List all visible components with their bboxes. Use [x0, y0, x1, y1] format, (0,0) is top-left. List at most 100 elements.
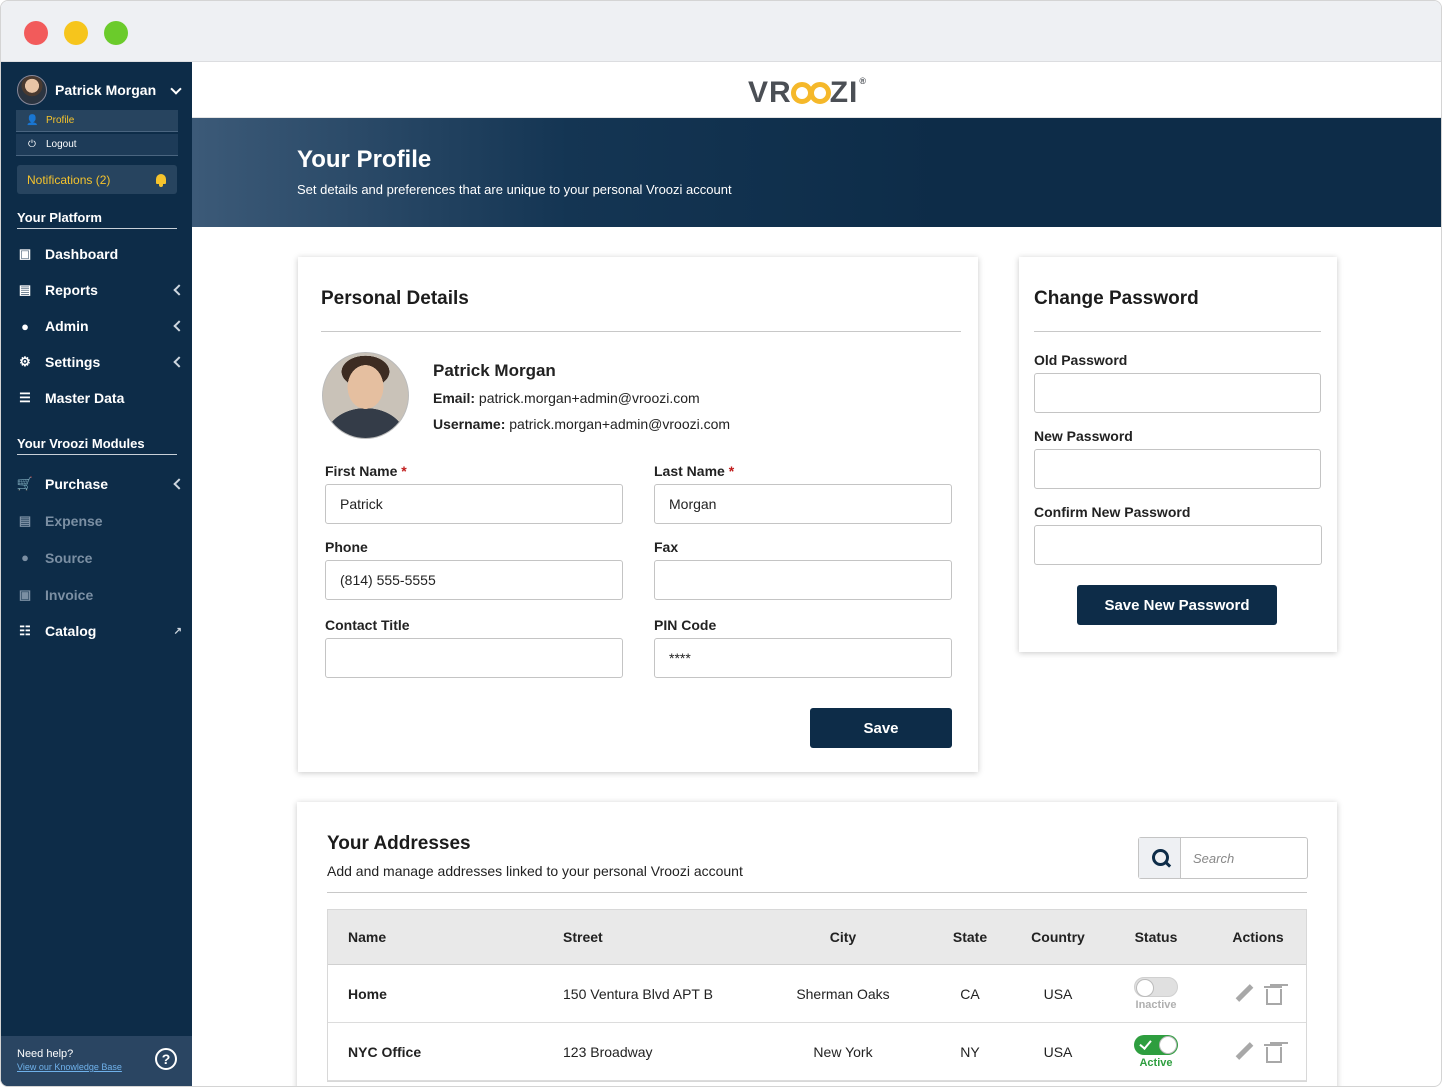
column-header-city[interactable]: City [768, 910, 918, 964]
last-name-field[interactable]: Morgan [654, 484, 952, 524]
chevron-left-icon [172, 479, 182, 489]
address-city: New York [813, 1043, 873, 1060]
notifications-label: Notifications (2) [27, 172, 111, 187]
column-header-actions: Actions [1232, 929, 1284, 945]
old-password-field[interactable] [1034, 373, 1321, 413]
contact-title-label: Contact Title [325, 617, 410, 633]
external-link-icon: ↗ [173, 625, 182, 637]
sidebar-item-label: Reports [45, 282, 98, 298]
sidebar: Patrick Morgan 👤 Profile ⏻ Logout Notifi… [1, 62, 192, 1086]
platform-nav: ▣ Dashboard ▤ Reports ● Admin ⚙ Settings… [17, 236, 182, 416]
old-password-label: Old Password [1034, 352, 1128, 368]
top-bar: VR ZI ® [192, 62, 1441, 118]
user-menu-profile[interactable]: 👤 Profile [16, 110, 178, 132]
profile-username: Username: patrick.morgan+admin@vroozi.co… [433, 416, 730, 432]
status-toggle[interactable] [1134, 976, 1178, 997]
last-name-label: Last Name * [654, 463, 735, 479]
table-row: Home 150 Ventura Blvd APT B Sherman Oaks… [328, 965, 1306, 1023]
gear-icon: ⚙ [19, 354, 31, 369]
sidebar-item-label: Catalog [45, 623, 97, 639]
chevron-left-icon [172, 357, 182, 367]
first-name-label: First Name * [325, 463, 407, 479]
delete-trash-icon[interactable] [1264, 984, 1282, 1005]
sidebar-item-invoice[interactable]: ▣ Invoice [17, 576, 182, 613]
address-status: Active [1116, 1023, 1196, 1080]
column-header-state[interactable]: State [940, 910, 1000, 964]
user-menu-toggle[interactable]: Patrick Morgan [17, 74, 182, 106]
divider [321, 331, 961, 332]
save-new-password-button[interactable]: Save New Password [1077, 585, 1277, 625]
confirm-password-field[interactable] [1034, 525, 1322, 565]
address-state: CA [960, 985, 980, 1002]
sidebar-item-master-data[interactable]: ☰ Master Data [17, 380, 182, 416]
sidebar-item-admin[interactable]: ● Admin [17, 308, 182, 344]
save-button[interactable]: Save [810, 708, 952, 748]
sidebar-item-label: Invoice [45, 586, 94, 603]
first-name-field[interactable]: Patrick [325, 484, 623, 524]
help-title: Need help? [17, 1048, 74, 1060]
knowledge-base-link[interactable]: View our Knowledge Base [17, 1062, 176, 1072]
user-submenu: 👤 Profile ⏻ Logout [16, 110, 178, 158]
status-label: Active [1139, 1056, 1173, 1069]
money-icon: ▣ [18, 586, 32, 602]
sidebar-item-settings[interactable]: ⚙ Settings [17, 344, 182, 380]
page-subtitle: Set details and preferences that are uni… [297, 182, 732, 197]
bar-chart-icon: ▤ [18, 282, 32, 297]
sidebar-item-source[interactable]: ● Source [17, 539, 182, 576]
app-window: Patrick Morgan 👤 Profile ⏻ Logout Notifi… [0, 0, 1442, 1087]
chevron-down-icon [170, 84, 182, 96]
user-menu-logout[interactable]: ⏻ Logout [16, 134, 178, 156]
sidebar-item-expense[interactable]: ▤ Expense [17, 502, 182, 539]
notifications-button[interactable]: Notifications (2) [17, 165, 177, 194]
new-password-field[interactable] [1034, 449, 1321, 489]
column-header-name[interactable]: Name [348, 910, 386, 964]
personal-details-title: Personal Details [321, 288, 469, 309]
minimize-window-button[interactable] [64, 21, 88, 45]
address-street: 123 Broadway [563, 1043, 653, 1060]
chevron-left-icon [172, 285, 182, 295]
sidebar-item-purchase[interactable]: 🛒 Purchase [17, 466, 182, 502]
search-input[interactable]: Search [1181, 838, 1234, 878]
delete-trash-icon[interactable] [1264, 1042, 1282, 1063]
edit-pencil-icon[interactable] [1234, 1042, 1254, 1062]
column-header-status[interactable]: Status [1116, 910, 1196, 964]
edit-pencil-icon[interactable] [1234, 984, 1254, 1004]
pin-code-field[interactable]: **** [654, 638, 952, 678]
help-icon[interactable]: ? [155, 1048, 177, 1070]
table-row: NYC Office 123 Broadway New York NY USA … [328, 1023, 1306, 1081]
column-header-country[interactable]: Country [1018, 910, 1098, 964]
column-header-street[interactable]: Street [563, 910, 603, 964]
divider [1034, 331, 1321, 332]
user-menu-label: Logout [46, 139, 77, 150]
map-pin-icon: ● [21, 550, 29, 565]
maximize-window-button[interactable] [104, 21, 128, 45]
addresses-table: Name Street City State Country Status Ac… [327, 909, 1307, 1082]
database-icon: ☰ [19, 390, 31, 405]
address-search: Search [1138, 837, 1308, 879]
user-name: Patrick Morgan [55, 82, 157, 98]
vroozi-logo[interactable]: VR ZI ® [748, 76, 867, 110]
addresses-subtitle: Add and manage addresses linked to your … [327, 863, 743, 879]
row-actions [1218, 1023, 1298, 1080]
sidebar-item-catalog[interactable]: ☷ Catalog ↗ [17, 613, 182, 649]
phone-field[interactable]: (814) 555-5555 [325, 560, 623, 600]
status-toggle[interactable] [1134, 1034, 1178, 1055]
credit-card-icon: ▤ [18, 512, 32, 528]
window-titlebar [1, 1, 1441, 62]
close-window-button[interactable] [24, 21, 48, 45]
platform-section-title: Your Platform [17, 210, 177, 229]
fax-label: Fax [654, 539, 679, 555]
phone-label: Phone [325, 539, 368, 555]
registered-icon: ® [859, 76, 867, 86]
sidebar-item-reports[interactable]: ▤ Reports [17, 272, 182, 308]
logo-oo-mark [790, 82, 831, 104]
contact-title-field[interactable] [325, 638, 623, 678]
sidebar-item-label: Expense [45, 512, 103, 529]
search-icon[interactable] [1139, 838, 1181, 878]
addresses-title: Your Addresses [327, 833, 471, 854]
email-label: Email: [433, 390, 476, 406]
sidebar-item-dashboard[interactable]: ▣ Dashboard [17, 236, 182, 272]
address-city: Sherman Oaks [796, 985, 890, 1002]
avatar [17, 75, 47, 105]
fax-field[interactable] [654, 560, 952, 600]
